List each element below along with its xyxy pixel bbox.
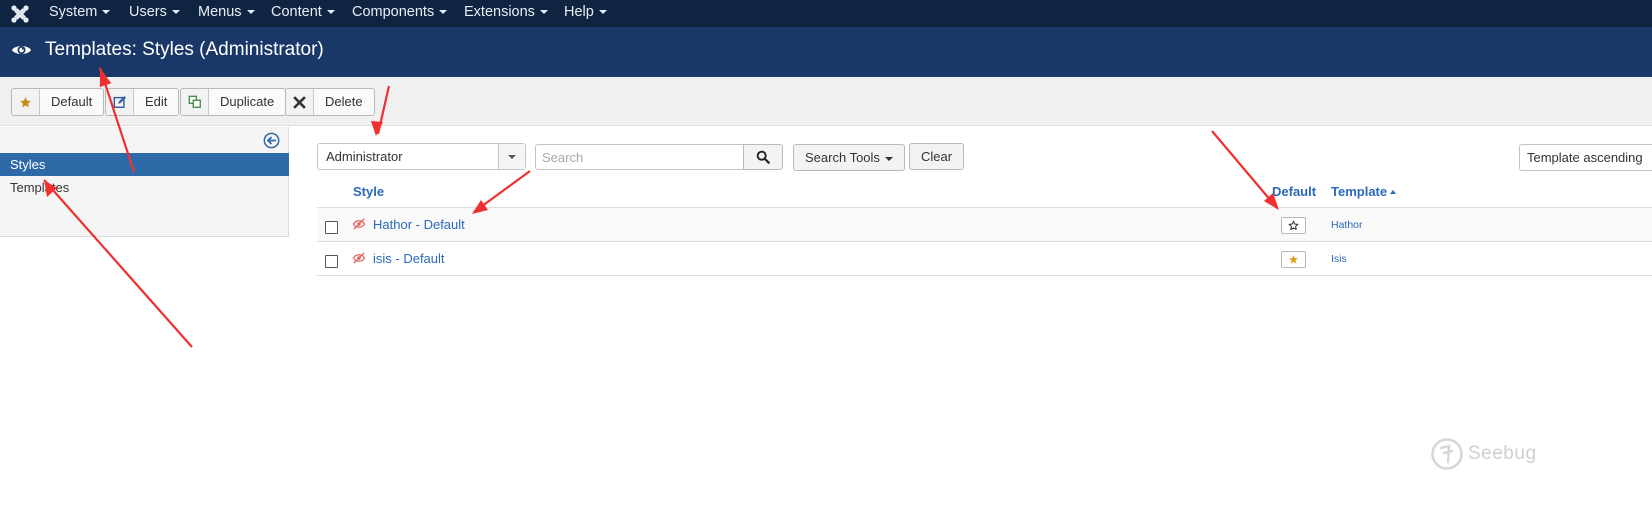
sort-select-value: Template ascending <box>1527 150 1643 165</box>
joomla-logo-icon[interactable] <box>10 4 30 24</box>
nav-item-components[interactable]: Components <box>352 0 448 27</box>
button-label: Default <box>51 94 93 109</box>
sidebar-item-templates[interactable]: Templates <box>0 176 289 199</box>
nav-item-label: Extensions <box>464 4 535 20</box>
set-default-button[interactable] <box>1281 217 1306 234</box>
column-header-label: Template <box>1331 184 1388 199</box>
home-disabled-icon <box>352 252 366 264</box>
nav-item-label: Components <box>352 4 435 20</box>
table-row: isis - Default Isis <box>317 241 1652 275</box>
row-checkbox[interactable] <box>325 221 338 234</box>
sort-select[interactable]: Template ascending <box>1519 144 1652 171</box>
search-tools-button[interactable]: Search Tools <box>793 144 905 171</box>
column-header-style[interactable]: Style <box>353 184 384 199</box>
table-row: Hathor - Default Hathor <box>317 207 1652 241</box>
nav-item-extensions[interactable]: Extensions <box>464 0 548 27</box>
annotation-arrow <box>473 170 531 213</box>
eye-icon <box>11 45 32 55</box>
button-label: Search Tools <box>805 150 880 165</box>
client-select[interactable]: Administrator <box>317 143 526 170</box>
column-header-label: Default <box>1272 184 1317 199</box>
default-indicator-button[interactable] <box>1281 251 1306 268</box>
table-bottom-border <box>317 275 1652 276</box>
duplicate-button[interactable]: Duplicate <box>180 88 287 116</box>
edit-button[interactable]: Edit <box>105 88 180 116</box>
sort-ascending-icon <box>1390 190 1397 194</box>
top-navbar: System Users Menus Content Components Ex… <box>0 0 1652 27</box>
caret-down-icon <box>102 10 111 15</box>
style-name-link[interactable]: isis - Default <box>373 251 445 266</box>
search-icon <box>756 150 770 164</box>
star-icon <box>20 96 31 107</box>
caret-down-icon <box>246 10 255 15</box>
sidebar-item-label: Templates <box>10 180 70 195</box>
template-link[interactable]: Isis <box>1331 253 1347 265</box>
collapse-sidebar-icon[interactable] <box>263 132 280 149</box>
home-disabled-icon <box>352 218 366 230</box>
nav-item-label: System <box>49 4 98 20</box>
caret-down-icon <box>884 156 893 161</box>
default-button[interactable]: Default <box>11 88 105 116</box>
client-select-value: Administrator <box>326 149 403 164</box>
annotation-arrow <box>1211 130 1278 209</box>
delete-button[interactable]: Delete <box>285 88 375 116</box>
watermark: Seebug <box>1430 437 1537 471</box>
seebug-logo-icon <box>1431 438 1463 470</box>
caret-down-icon <box>171 10 180 15</box>
nav-item-label: Menus <box>198 4 242 20</box>
search-input[interactable] <box>535 144 744 170</box>
star-icon <box>1289 255 1298 264</box>
caret-down-icon <box>439 10 448 15</box>
column-header-default[interactable]: Default <box>1272 184 1316 199</box>
page-title: Templates: Styles (Administrator) <box>45 39 324 60</box>
button-label: Clear <box>921 149 953 164</box>
close-icon <box>293 95 306 109</box>
caret-down-icon <box>598 10 607 15</box>
nav-item-label: Help <box>564 4 594 20</box>
nav-item-label: Content <box>271 4 322 20</box>
nav-item-users[interactable]: Users <box>129 0 180 27</box>
style-name-link[interactable]: Hathor - Default <box>373 217 465 232</box>
sidebar-item-label: Styles <box>10 157 46 172</box>
button-label: Edit <box>145 94 168 109</box>
nav-item-label: Users <box>129 4 167 20</box>
caret-down-icon <box>326 10 335 15</box>
copy-icon <box>188 95 201 108</box>
column-header-label: Style <box>353 184 385 199</box>
template-link[interactable]: Hathor <box>1331 219 1363 231</box>
column-header-template[interactable]: Template <box>1331 184 1397 199</box>
search-button[interactable] <box>743 144 783 170</box>
button-label: Duplicate <box>220 94 275 109</box>
button-label: Delete <box>325 94 363 109</box>
caret-down-icon <box>539 10 548 15</box>
nav-item-menus[interactable]: Menus <box>198 0 255 27</box>
star-empty-icon <box>1288 220 1299 231</box>
row-checkbox[interactable] <box>325 255 338 268</box>
chevron-down-icon <box>498 144 525 169</box>
nav-item-help[interactable]: Help <box>564 0 607 27</box>
nav-item-system[interactable]: System <box>49 0 111 27</box>
nav-item-content[interactable]: Content <box>271 0 335 27</box>
toolbar: Default Edit Duplicate Delete <box>0 77 1652 126</box>
clear-button[interactable]: Clear <box>909 143 965 170</box>
watermark-text: Seebug <box>1468 443 1537 464</box>
page-header: Templates: Styles (Administrator) <box>0 27 1652 77</box>
sidebar: Styles Templates <box>0 127 289 237</box>
edit-icon <box>113 96 126 108</box>
sidebar-item-styles[interactable]: Styles <box>0 153 289 176</box>
